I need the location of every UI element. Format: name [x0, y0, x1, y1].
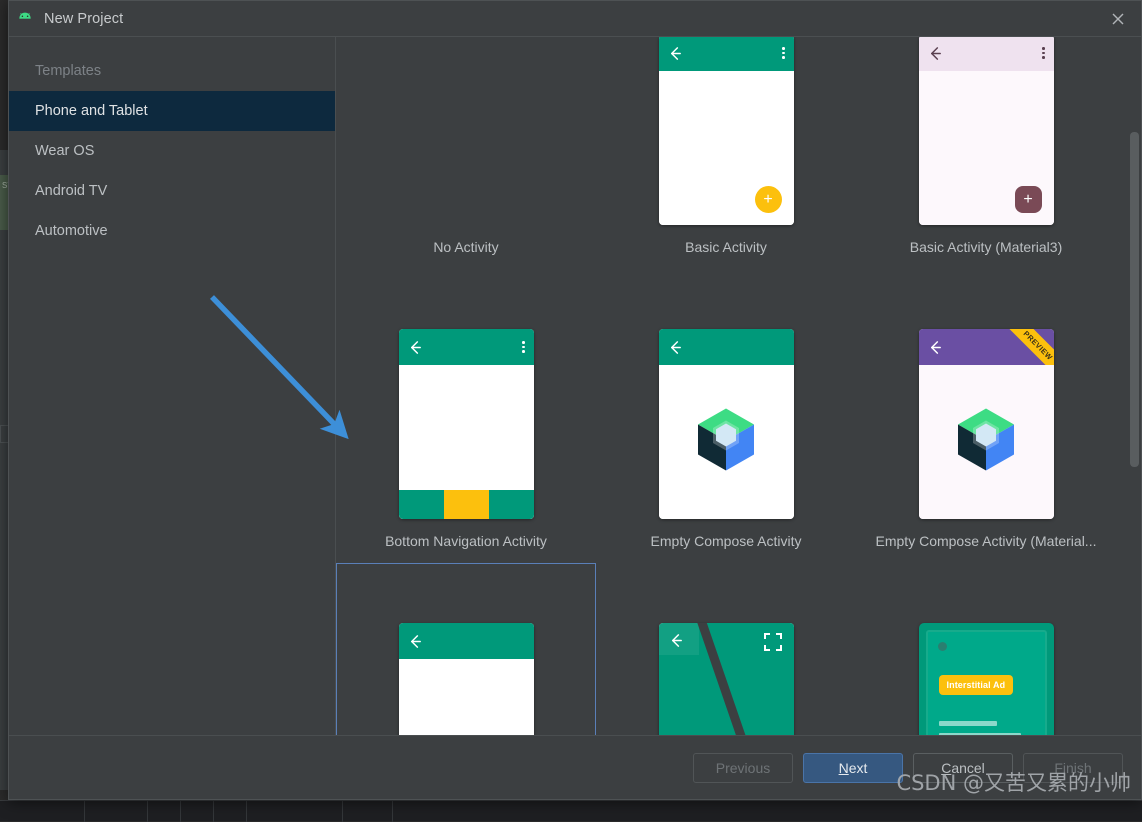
close-icon[interactable] [1095, 1, 1141, 37]
sidebar-item-android-tv[interactable]: Android TV [9, 171, 335, 211]
back-arrow-icon [669, 633, 684, 648]
template-thumbnail: + [659, 37, 794, 225]
sidebar-item-label: Wear OS [35, 143, 94, 159]
template-thumbnail [659, 279, 794, 519]
app-bar [399, 623, 534, 659]
sidebar-item-label: Phone and Tablet [35, 103, 148, 119]
phone-screen [399, 365, 534, 519]
overflow-menu-icon [522, 341, 525, 353]
template-card-google-admob-ads-activity[interactable]: Interstitial Ad Google AdMob Ads Activit… [856, 563, 1116, 735]
phone-screen: + [919, 71, 1054, 225]
next-button-label-post: ext [849, 760, 868, 776]
template-label: Bottom Navigation Activity [336, 519, 596, 563]
template-thumbnail [659, 573, 794, 735]
next-button[interactable]: Next [803, 753, 903, 783]
sidebar-item-label: Android TV [35, 183, 107, 199]
android-icon [16, 10, 34, 28]
template-thumbnail [399, 573, 534, 735]
template-thumbnail [399, 279, 534, 519]
bottom-navigation-bar [399, 490, 534, 519]
phone-screen [659, 365, 794, 519]
back-arrow-icon [668, 46, 683, 61]
template-thumbnail: Interstitial Ad [919, 573, 1054, 735]
template-grid: No Activity + [336, 37, 1116, 735]
dialog-footer: Previous Next Cancel Finish CSDN @又苦又累的小… [9, 735, 1141, 799]
fab-icon: + [755, 186, 782, 213]
sidebar-item-phone-and-tablet[interactable]: Phone and Tablet [9, 91, 335, 131]
back-arrow-icon [928, 46, 943, 61]
taskbar-cell[interactable] [343, 801, 393, 822]
bottom-nav-item [489, 490, 534, 519]
jetpack-compose-logo-icon [694, 407, 758, 478]
phone-screen [919, 365, 1054, 519]
bottom-nav-item-active [444, 490, 489, 519]
template-grid-panel: No Activity + [336, 37, 1141, 735]
scrollbar-track[interactable] [1128, 37, 1141, 735]
bottom-nav-item [399, 490, 444, 519]
template-thumbnail: PREVIEW [919, 279, 1054, 519]
phone-screen [399, 659, 534, 735]
interstitial-ad-badge: Interstitial Ad [939, 675, 1014, 695]
sidebar-item-label: Templates [35, 63, 101, 79]
camera-dot-icon [938, 642, 947, 651]
taskbar-cell[interactable] [0, 801, 85, 822]
previous-button[interactable]: Previous [693, 753, 793, 783]
jetpack-compose-logo-icon [954, 407, 1018, 478]
app-bar [399, 329, 534, 365]
template-card-basic-activity[interactable]: + Basic Activity [596, 37, 856, 269]
sidebar-item-templates: Templates [9, 51, 335, 91]
dialog-title: New Project [44, 11, 123, 27]
finish-button[interactable]: Finish [1023, 753, 1123, 783]
fullscreen-expand-icon [764, 633, 782, 651]
template-label: Empty Compose Activity (Material... [856, 519, 1116, 563]
cancel-button-accelerator: C [941, 760, 951, 776]
taskbar-cell[interactable] [85, 801, 148, 822]
template-card-empty-compose-activity[interactable]: Empty Compose Activity [596, 269, 856, 563]
taskbar-cell[interactable] [214, 801, 247, 822]
category-sidebar: Templates Phone and Tablet Wear OS Andro… [9, 37, 336, 735]
fab-icon: + [1015, 186, 1042, 213]
template-card-empty-compose-activity-material3[interactable]: PREVIEW [856, 269, 1116, 563]
app-bar: PREVIEW [919, 329, 1054, 365]
template-thumbnail: + [919, 37, 1054, 225]
back-arrow-icon [928, 340, 943, 355]
sidebar-item-automotive[interactable]: Automotive [9, 211, 335, 251]
template-card-fullscreen-activity[interactable]: Fullscreen Activity [596, 563, 856, 735]
phone-screen [659, 623, 794, 735]
back-arrow-icon [408, 634, 423, 649]
back-arrow-icon [668, 340, 683, 355]
sidebar-item-label: Automotive [35, 223, 108, 239]
template-label: Basic Activity (Material3) [856, 225, 1116, 269]
app-bar [659, 37, 794, 71]
new-project-dialog: New Project Templates Phone and Tablet W… [8, 0, 1142, 800]
phone-screen: Interstitial Ad [926, 630, 1047, 735]
template-card-empty-activity[interactable]: Empty Activity [336, 563, 596, 735]
template-card-basic-activity-material3[interactable]: + Basic Activity (Material3) [856, 37, 1116, 269]
sidebar-item-wear-os[interactable]: Wear OS [9, 131, 335, 171]
taskbar-cell[interactable] [247, 801, 343, 822]
template-label: Empty Compose Activity [596, 519, 856, 563]
phone-screen: + [659, 71, 794, 225]
overflow-menu-icon [1042, 47, 1045, 59]
template-card-bottom-navigation-activity[interactable]: Bottom Navigation Activity [336, 269, 596, 563]
template-card-no-activity[interactable]: No Activity [336, 37, 596, 269]
taskbar-cell[interactable] [148, 801, 181, 822]
scrollbar-thumb[interactable] [1130, 132, 1139, 467]
cancel-button[interactable]: Cancel [913, 753, 1013, 783]
template-label: No Activity [336, 225, 596, 269]
taskbar[interactable] [0, 800, 1142, 821]
app-bar [919, 37, 1054, 71]
dialog-body: Templates Phone and Tablet Wear OS Andro… [9, 37, 1141, 735]
template-label: Basic Activity [596, 225, 856, 269]
next-button-accelerator: N [839, 760, 849, 776]
taskbar-cell[interactable] [181, 801, 214, 822]
overflow-menu-icon [782, 47, 785, 59]
back-arrow-icon [408, 340, 423, 355]
dialog-titlebar: New Project [9, 1, 1141, 37]
app-bar [659, 329, 794, 365]
cancel-button-label-post: ancel [951, 760, 984, 776]
